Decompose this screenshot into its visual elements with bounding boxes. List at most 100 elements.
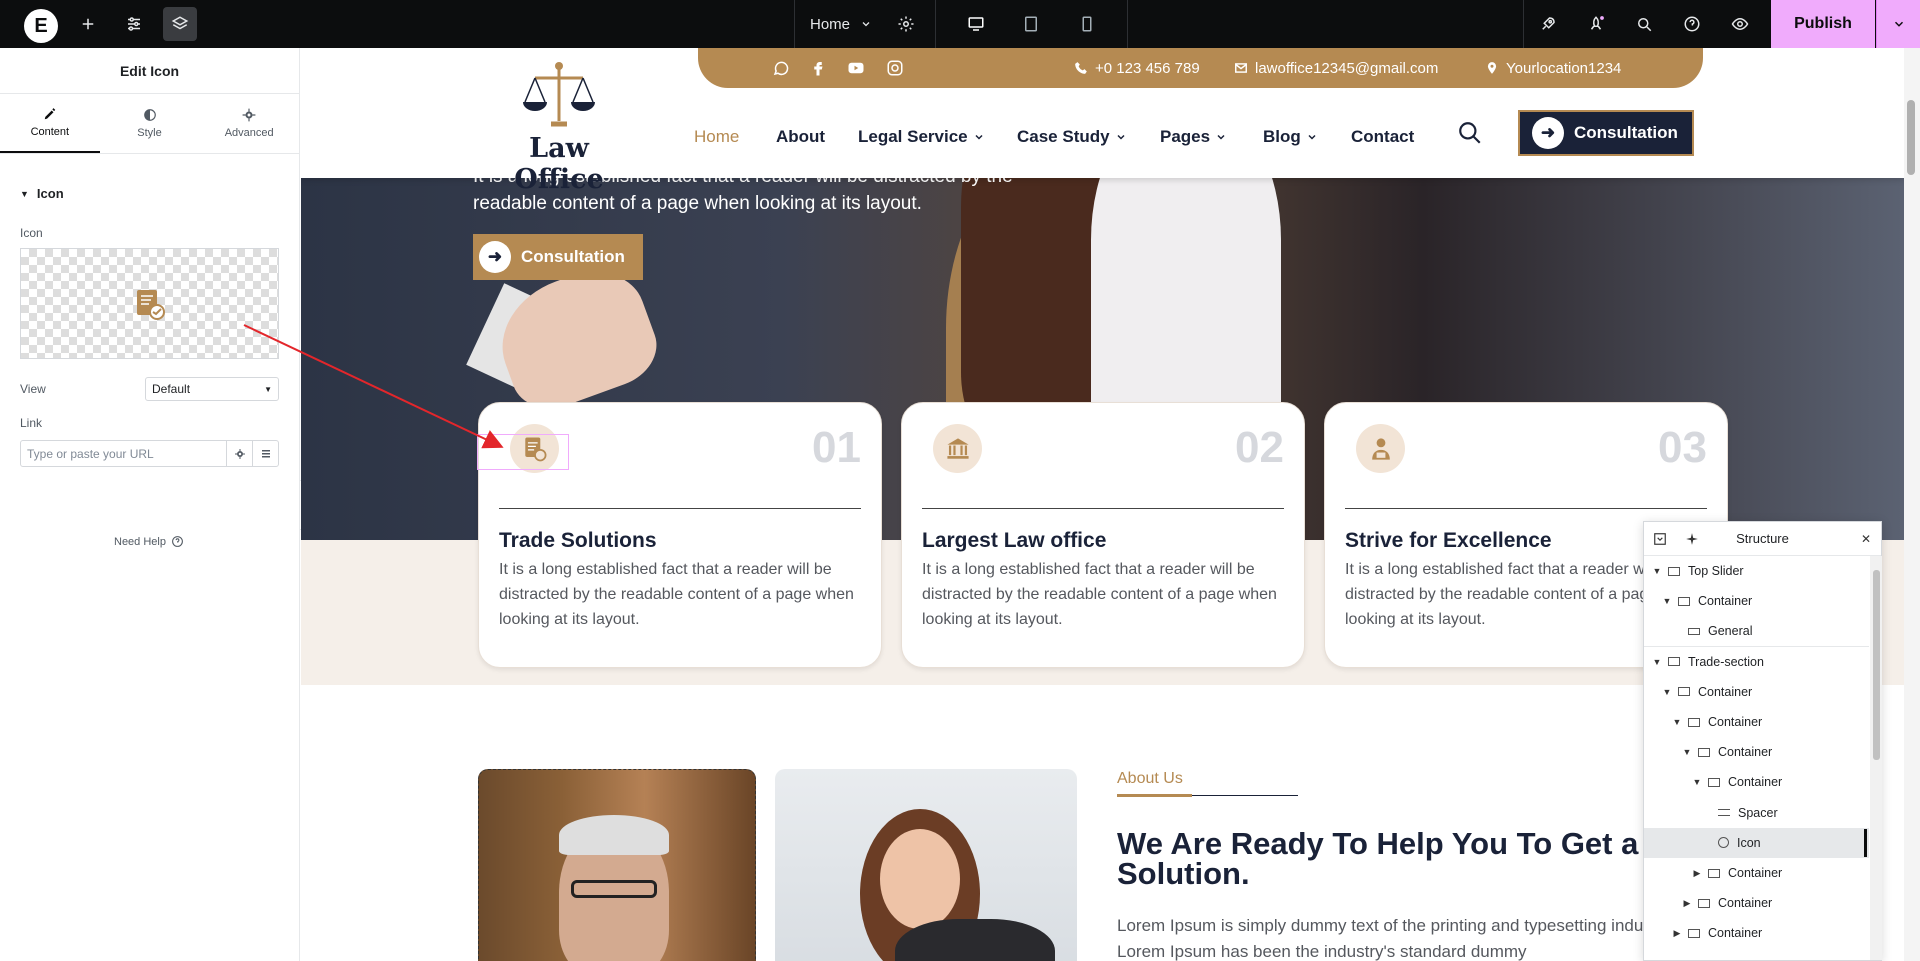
structure-item-container[interactable]: ▼ Container <box>1644 737 1869 767</box>
preview-eye-icon[interactable] <box>1725 9 1755 39</box>
link-url-input[interactable] <box>21 441 226 466</box>
nav-home[interactable]: Home <box>694 127 739 147</box>
portrait-body <box>895 919 1055 961</box>
page-selector[interactable]: Home <box>810 0 872 48</box>
structure-item-label: Container <box>1718 745 1773 760</box>
site-settings-icon[interactable] <box>119 9 149 39</box>
icon-section-toggle[interactable]: ▼ Icon <box>20 186 64 201</box>
tab-label: Advanced <box>224 127 274 139</box>
publish-button[interactable]: Publish <box>1771 0 1875 48</box>
structure-item-container[interactable]: ▶ Container <box>1644 918 1869 948</box>
structure-item-label: Container <box>1698 684 1753 699</box>
chevron-down-icon <box>1308 134 1316 140</box>
structure-item-container[interactable]: ▼ Container <box>1644 677 1869 707</box>
canvas-scrollbar[interactable] <box>1904 48 1920 961</box>
collapse-all-icon[interactable] <box>1652 531 1668 547</box>
whatsapp-icon[interactable] <box>771 58 791 78</box>
caret-down-icon[interactable]: ▼ <box>1692 777 1702 787</box>
card-title: Trade Solutions <box>499 529 657 552</box>
caret-down-icon[interactable]: ▼ <box>1682 747 1692 757</box>
structure-item-label: Container <box>1708 926 1763 941</box>
location-contact[interactable]: Yourlocation1234 <box>1485 48 1621 88</box>
email-contact[interactable]: lawoffice12345@gmail.com <box>1234 48 1438 88</box>
divider-accent <box>1117 794 1192 797</box>
site-search-icon[interactable] <box>1457 120 1483 146</box>
caret-right-icon[interactable]: ▶ <box>1682 898 1692 909</box>
need-help-link[interactable]: Need Help <box>114 535 184 548</box>
courthouse-icon <box>933 424 982 473</box>
desktop-view-icon[interactable] <box>961 9 991 39</box>
publish-options-chevron-icon[interactable] <box>1876 0 1920 48</box>
structure-item-container[interactable]: ▼ Container <box>1644 586 1869 616</box>
structure-layers-icon[interactable] <box>163 7 197 41</box>
chevron-down-icon <box>862 22 870 27</box>
instagram-icon[interactable] <box>885 58 905 78</box>
structure-item-container[interactable]: ▶ Container <box>1644 888 1869 918</box>
law-office-logo[interactable]: Law Office <box>487 58 631 195</box>
service-card[interactable]: 02 Largest Law office It is a long estab… <box>901 402 1305 668</box>
structure-item-section[interactable]: ▼ Top Slider <box>1644 556 1869 586</box>
caret-down-icon[interactable]: ▼ <box>1662 596 1672 606</box>
nav-contact[interactable]: Contact <box>1351 127 1414 147</box>
icon-icon <box>1718 837 1729 849</box>
container-icon <box>1678 687 1690 697</box>
add-element-icon[interactable] <box>73 9 103 39</box>
mobile-view-icon[interactable] <box>1072 9 1102 39</box>
edit-panel: Edit Icon Content Style Advanced ▼ Icon … <box>0 48 300 961</box>
structure-item-container[interactable]: ▼ Container <box>1644 707 1869 737</box>
nav-about[interactable]: About <box>776 127 825 147</box>
hero-consultation-button[interactable]: ➜ Consultation <box>473 234 643 280</box>
caret-down-icon[interactable]: ▼ <box>1662 687 1672 697</box>
hero-button-label: Consultation <box>521 247 625 266</box>
nav-pages[interactable]: Pages <box>1160 127 1227 147</box>
structure-scrollbar-thumb[interactable] <box>1873 570 1880 760</box>
need-help-text: Need Help <box>114 535 166 548</box>
structure-item-icon[interactable]: Icon <box>1644 827 1869 858</box>
caret-right-icon[interactable]: ▶ <box>1692 868 1702 879</box>
header-consultation-button[interactable]: ➜ Consultation <box>1518 110 1694 156</box>
divider <box>1644 645 1869 647</box>
structure-item-container[interactable]: ▶ Container <box>1644 858 1869 888</box>
youtube-icon[interactable] <box>846 58 866 78</box>
structure-item-section[interactable]: ▼ Trade-section <box>1644 647 1869 677</box>
page-name: Home <box>810 15 851 33</box>
divider <box>1523 0 1524 48</box>
structure-item-container[interactable]: ▼ Container <box>1644 767 1869 797</box>
link-label: Link <box>20 416 43 430</box>
structure-item-widget[interactable]: General <box>1644 616 1869 646</box>
caret-down-icon[interactable]: ▼ <box>1652 566 1662 576</box>
tablet-view-icon[interactable] <box>1016 9 1046 39</box>
notifications-rocket-icon[interactable] <box>1581 9 1611 39</box>
caret-right-icon[interactable]: ▶ <box>1672 928 1682 939</box>
tab-style[interactable]: Style <box>100 94 200 153</box>
phone-contact[interactable]: +0 123 456 789 <box>1074 48 1200 88</box>
view-select[interactable]: Default ▼ <box>145 377 279 401</box>
icon-library-picker[interactable] <box>20 248 279 359</box>
nav-label: Contact <box>1351 127 1415 146</box>
nav-blog[interactable]: Blog <box>1263 127 1318 147</box>
caret-down-icon[interactable]: ▼ <box>1672 717 1682 727</box>
tab-content[interactable]: Content <box>0 94 100 153</box>
half-circle-icon <box>143 109 156 121</box>
link-options-gear-icon[interactable] <box>226 441 252 466</box>
structure-item-spacer[interactable]: Spacer <box>1644 798 1869 828</box>
nav-legal-service[interactable]: Legal Service <box>858 127 985 147</box>
launch-rocket-icon[interactable] <box>1533 9 1563 39</box>
page-settings-gear-icon[interactable] <box>891 9 921 39</box>
tab-advanced[interactable]: Advanced <box>199 94 299 153</box>
sparkle-icon[interactable] <box>1684 531 1700 547</box>
dynamic-tags-icon[interactable] <box>252 441 278 466</box>
caret-down-icon[interactable]: ▼ <box>1652 657 1662 667</box>
facebook-icon[interactable] <box>808 58 828 78</box>
help-icon[interactable] <box>1677 9 1707 39</box>
structure-item-label: Container <box>1728 775 1783 790</box>
canvas-scrollbar-thumb[interactable] <box>1907 100 1915 175</box>
close-icon[interactable]: ✕ <box>1858 531 1874 547</box>
nav-case-study[interactable]: Case Study <box>1017 127 1127 147</box>
elementor-logo-button[interactable]: E <box>24 9 58 43</box>
phone-icon <box>1075 62 1087 74</box>
section-icon <box>1668 566 1680 576</box>
card-title: Strive for Excellence <box>1345 529 1552 552</box>
nav-label: Home <box>694 127 740 146</box>
search-icon[interactable] <box>1629 9 1659 39</box>
